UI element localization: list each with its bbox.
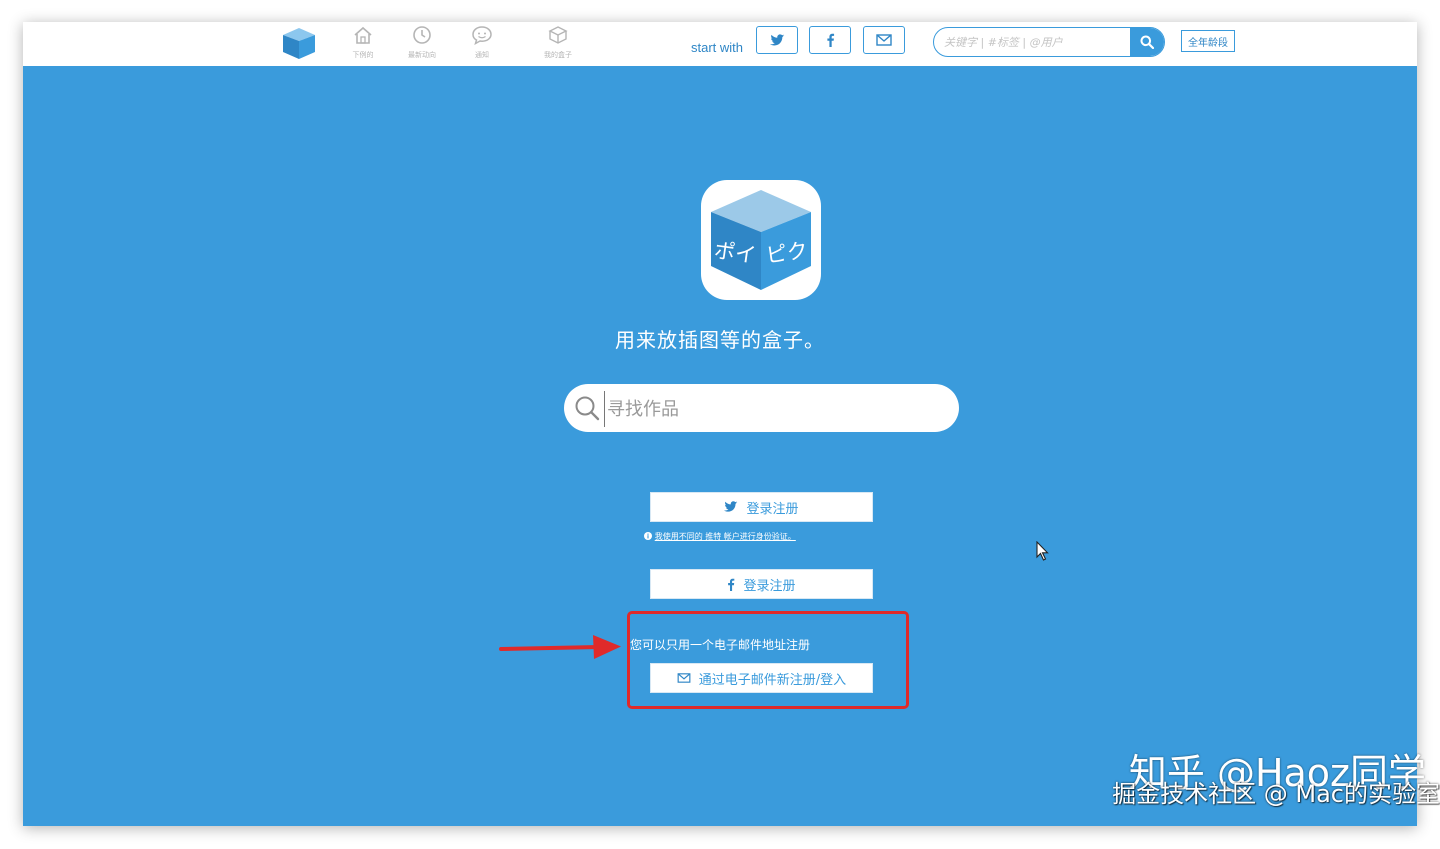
clock-icon	[413, 26, 431, 44]
twitter-login-button[interactable]: 登录注册	[650, 492, 873, 522]
envelope-icon	[876, 34, 892, 46]
twitter-icon	[769, 33, 784, 45]
facebook-login-button[interactable]: 登录注册	[650, 569, 873, 599]
poipiku-logo[interactable]	[281, 26, 317, 60]
search-icon	[1140, 35, 1154, 49]
red-highlight-box	[627, 611, 909, 709]
header-search-button[interactable]	[1130, 28, 1164, 56]
header-search	[933, 27, 1165, 57]
facebook-icon	[826, 33, 834, 47]
nav-item-my-box[interactable]: 我的盒子	[528, 25, 588, 60]
twitter-alt-account-link: 我使用不同的 推特 帐户进行身份验证。	[654, 532, 796, 541]
start-with-label: start with	[691, 40, 744, 55]
nav-item-label: 最新动向	[408, 51, 436, 59]
browser-window: 下例的 最新动向 通知 我的盒子 start with 关键字 | #标签 | …	[23, 22, 1417, 826]
twitter-signin-button[interactable]	[756, 26, 798, 54]
facebook-signin-button[interactable]	[809, 26, 851, 54]
twitter-login-label: 登录注册	[746, 501, 799, 517]
facebook-login-label: 登录注册	[743, 578, 796, 594]
facebook-icon	[728, 578, 735, 591]
nav-item-label: 我的盒子	[544, 51, 572, 59]
watermark-juejin: 掘金技术社区 @ Mac的实验室	[1112, 780, 1440, 808]
nav-item-label: 下例的	[352, 51, 374, 59]
red-arrow-annotation	[499, 635, 621, 659]
nav-item-label: 通知	[475, 51, 489, 59]
nav-item-home[interactable]: 下例的	[333, 25, 393, 60]
hero-logo: ポイ ピク	[701, 180, 821, 300]
hero-search	[564, 384, 959, 432]
box-icon	[548, 26, 568, 44]
info-icon	[644, 532, 653, 540]
top-navbar: 下例的 最新动向 通知 我的盒子 start with 关键字 | #标签 | …	[23, 22, 1417, 66]
nav-item-notifications[interactable]: 通知	[452, 25, 512, 60]
twitter-icon	[724, 501, 738, 512]
email-signin-button[interactable]	[863, 26, 905, 54]
chat-bubble-icon	[472, 26, 492, 45]
mouse-cursor-icon	[1036, 541, 1049, 561]
nav-item-latest[interactable]: 最新动向	[392, 25, 452, 60]
tagline: 用来放插图等的盒子。	[615, 328, 825, 352]
header-search-input[interactable]	[934, 28, 1132, 56]
twitter-alt-account-note[interactable]: 我使用不同的 推特 帐户进行身份验证。	[23, 531, 1417, 542]
work-search-input[interactable]	[604, 391, 949, 427]
home-icon	[354, 26, 372, 44]
age-filter-button[interactable]: 全年龄段	[1181, 30, 1235, 52]
search-icon	[575, 396, 600, 421]
